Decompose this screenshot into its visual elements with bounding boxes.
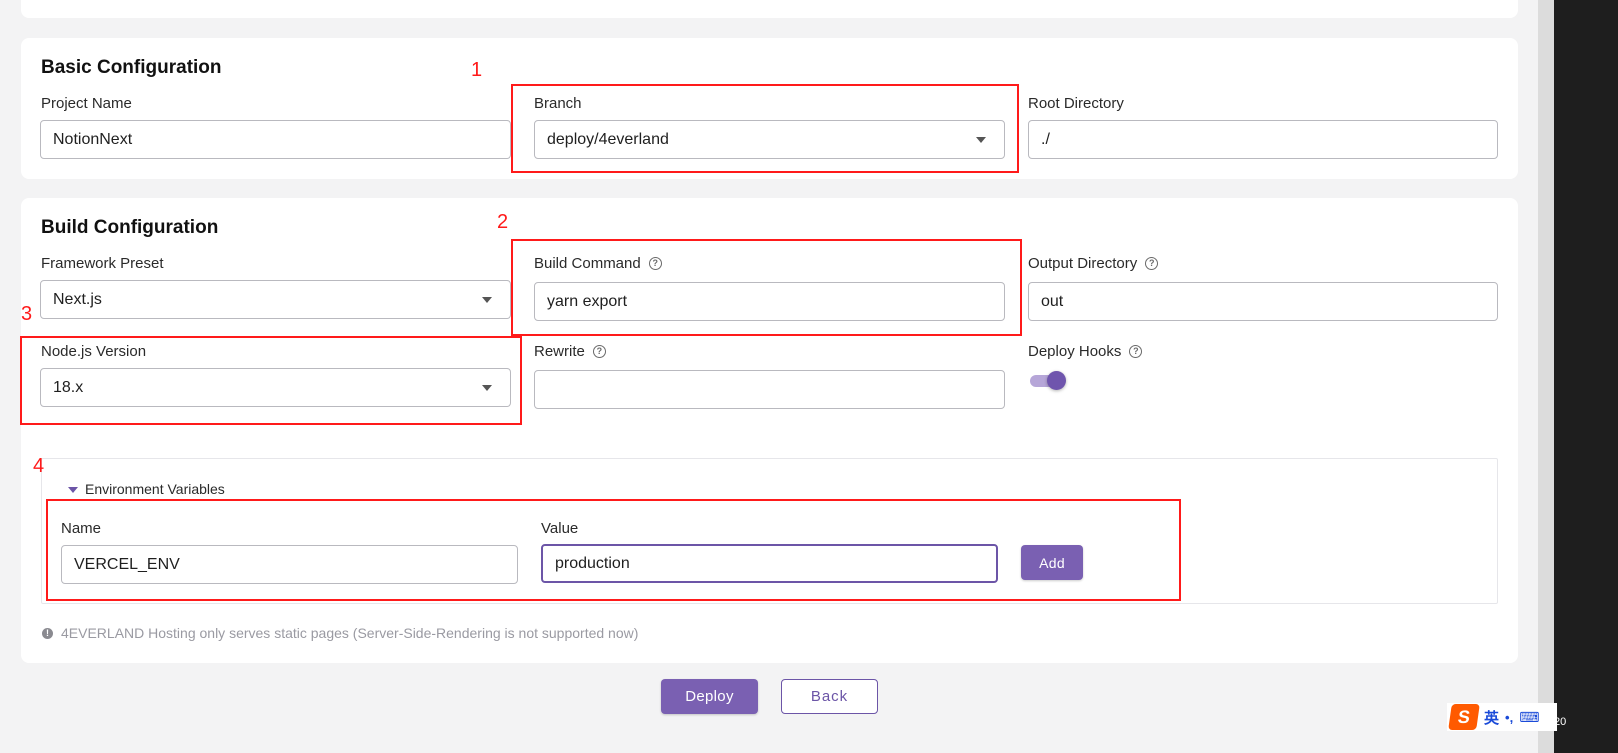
output-directory-value: out (1041, 292, 1064, 310)
rewrite-label-text: Rewrite (534, 343, 585, 360)
deploy-hooks-label: Deploy Hooks ? (1028, 343, 1143, 360)
deploy-button-label: Deploy (685, 688, 734, 705)
basic-config-title: Basic Configuration (41, 57, 222, 78)
annotation-number-2: 2 (497, 211, 509, 233)
build-config-title: Build Configuration (41, 217, 219, 238)
chevron-down-icon (482, 297, 492, 303)
add-env-button[interactable]: Add (1021, 545, 1083, 580)
question-circle-icon[interactable]: ? (1145, 257, 1159, 270)
env-value-input[interactable]: production (541, 544, 998, 583)
node-version-label: Node.js Version (41, 343, 147, 360)
build-command-label-text: Build Command (534, 255, 641, 272)
env-variables-toggle[interactable]: Environment Variables (68, 481, 225, 497)
annotation-number-1: 1 (471, 59, 483, 81)
add-env-button-label: Add (1039, 554, 1065, 571)
build-command-value: yarn export (547, 292, 628, 310)
output-directory-input[interactable]: out (1028, 282, 1498, 321)
info-circle-icon: ! (42, 627, 53, 639)
keyboard-icon: ⌨ (1519, 708, 1540, 725)
branch-value: deploy/4everland (547, 130, 669, 148)
env-name-label: Name (61, 520, 102, 537)
back-button-label: Back (810, 688, 849, 705)
framework-preset-label: Framework Preset (41, 255, 164, 272)
branch-select[interactable]: deploy/4everland (534, 120, 1005, 159)
annotation-number-4: 4 (33, 455, 45, 477)
question-circle-icon[interactable]: ? (648, 257, 662, 270)
deploy-hooks-label-text: Deploy Hooks (1028, 343, 1122, 360)
output-directory-label-text: Output Directory (1028, 255, 1138, 272)
caret-down-icon (68, 487, 78, 494)
deploy-button[interactable]: Deploy (661, 679, 758, 714)
framework-preset-value: Next.js (53, 290, 102, 308)
ime-punctuation: •, (1505, 709, 1514, 725)
toggle-thumb (1047, 371, 1066, 390)
clock-fragment: 20 (1554, 716, 1567, 728)
build-command-label: Build Command ? (534, 255, 662, 272)
root-directory-value: ./ (1041, 130, 1050, 148)
ime-tray[interactable]: S 英 •, ⌨ (1447, 703, 1557, 731)
ime-logo-icon: S (1448, 704, 1480, 730)
chevron-down-icon (482, 385, 492, 391)
ssr-note: ! 4EVERLAND Hosting only serves static p… (42, 625, 638, 641)
env-name-value: VERCEL_ENV (74, 555, 180, 573)
rewrite-label: Rewrite ? (534, 343, 606, 360)
desktop-edge (1554, 0, 1618, 753)
env-value-value: production (555, 554, 630, 572)
question-circle-icon[interactable]: ? (592, 345, 606, 358)
question-circle-icon[interactable]: ? (1129, 345, 1143, 358)
back-button[interactable]: Back (781, 679, 878, 714)
root-directory-label: Root Directory (1028, 95, 1124, 112)
env-name-input[interactable]: VERCEL_ENV (61, 545, 518, 584)
ssr-note-text: 4EVERLAND Hosting only serves static pag… (61, 625, 639, 641)
annotation-number-3: 3 (21, 303, 33, 325)
root-directory-input[interactable]: ./ (1028, 120, 1498, 159)
project-name-label: Project Name (41, 95, 132, 112)
node-version-select[interactable]: 18.x (40, 368, 511, 407)
project-name-input[interactable]: NotionNext (40, 120, 511, 159)
env-value-label: Value (541, 520, 579, 537)
rewrite-input[interactable] (534, 370, 1005, 409)
framework-preset-select[interactable]: Next.js (40, 280, 511, 319)
chevron-down-icon (976, 137, 986, 143)
branch-label: Branch (534, 95, 582, 112)
env-variables-header: Environment Variables (85, 481, 225, 497)
build-command-input[interactable]: yarn export (534, 282, 1005, 321)
project-name-value: NotionNext (53, 130, 133, 148)
page-scrollbar[interactable] (1538, 0, 1554, 753)
deploy-hooks-toggle[interactable] (1030, 371, 1068, 391)
previous-card (21, 0, 1518, 18)
output-directory-label: Output Directory ? (1028, 255, 1159, 272)
ime-language: 英 (1484, 709, 1500, 727)
node-version-value: 18.x (53, 378, 84, 396)
